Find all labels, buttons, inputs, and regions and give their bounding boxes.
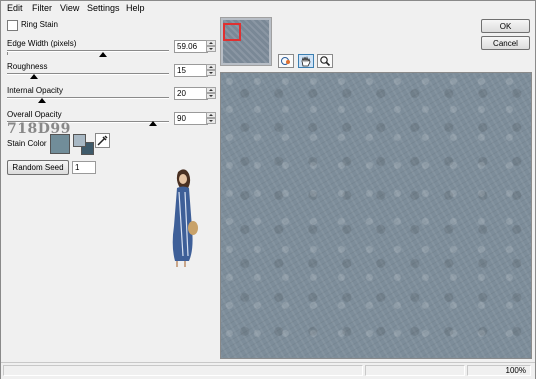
overall-opacity-label: Overall Opacity xyxy=(7,110,62,119)
ok-button[interactable]: OK xyxy=(481,19,530,33)
eyedropper-icon[interactable] xyxy=(95,133,110,148)
internal-opacity-slider[interactable] xyxy=(7,97,169,99)
menu-edit[interactable]: Edit xyxy=(7,3,23,13)
filter-preview-canvas[interactable] xyxy=(220,72,532,359)
filter-dialog-window: Edit Filter View Settings Help Ring Stai… xyxy=(0,0,536,379)
zoom-magnifier-icon[interactable] xyxy=(317,54,333,68)
roughness-spinner[interactable] xyxy=(206,64,216,77)
spin-down-icon[interactable] xyxy=(206,93,216,99)
menu-settings[interactable]: Settings xyxy=(87,3,120,13)
roughness-label: Roughness xyxy=(7,62,48,71)
internal-opacity-label: Internal Opacity xyxy=(7,86,64,95)
menu-view[interactable]: View xyxy=(60,3,79,13)
hand-pan-icon[interactable] xyxy=(298,54,314,68)
status-bar: 100% xyxy=(1,362,535,379)
roughness-input[interactable]: 15 xyxy=(174,64,208,77)
menu-help[interactable]: Help xyxy=(126,3,145,13)
fit-view-icon[interactable] xyxy=(278,54,294,68)
edge-width-slider[interactable] xyxy=(7,50,169,52)
spin-down-icon[interactable] xyxy=(206,118,216,124)
zoom-level: 100% xyxy=(505,366,526,375)
edge-width-input[interactable]: 59.06 xyxy=(174,40,208,53)
navigator-selection-rectangle[interactable] xyxy=(223,23,241,41)
edge-width-tick xyxy=(7,52,8,55)
menu-filter[interactable]: Filter xyxy=(32,3,52,13)
edge-width-label: Edge Width (pixels) xyxy=(7,39,77,48)
internal-opacity-input[interactable]: 20 xyxy=(174,87,208,100)
status-cell-zoom: 100% xyxy=(467,365,531,376)
random-seed-input[interactable]: 1 xyxy=(72,161,96,174)
roughness-slider-thumb[interactable] xyxy=(30,74,38,79)
color-pair-swatch[interactable] xyxy=(73,134,94,155)
spin-down-icon[interactable] xyxy=(206,46,216,52)
foreground-color-swatch[interactable] xyxy=(73,134,86,147)
cancel-button[interactable]: Cancel xyxy=(481,36,530,50)
woman-figure-decoration xyxy=(172,169,198,267)
overall-opacity-spinner[interactable] xyxy=(206,112,216,125)
spin-down-icon[interactable] xyxy=(206,70,216,76)
stain-color-label: Stain Color xyxy=(7,139,47,148)
menu-bar: Edit Filter View Settings Help xyxy=(1,1,535,15)
internal-opacity-spinner[interactable] xyxy=(206,87,216,100)
embossed-texture-preview xyxy=(221,73,531,358)
internal-opacity-slider-thumb[interactable] xyxy=(38,98,46,103)
overall-opacity-input[interactable]: 90 xyxy=(174,112,208,125)
navigator-thumbnail[interactable] xyxy=(220,17,272,66)
status-cell-blank xyxy=(365,365,465,376)
stain-color-swatch[interactable] xyxy=(50,134,70,154)
ring-stain-checkbox[interactable] xyxy=(7,20,18,31)
status-cell-info xyxy=(3,365,363,376)
edge-width-spinner[interactable] xyxy=(206,40,216,53)
overall-opacity-slider-thumb[interactable] xyxy=(149,121,157,126)
ring-stain-label: Ring Stain xyxy=(21,20,58,29)
edge-width-slider-thumb[interactable] xyxy=(99,52,107,57)
random-seed-button[interactable]: Random Seed xyxy=(7,160,69,175)
